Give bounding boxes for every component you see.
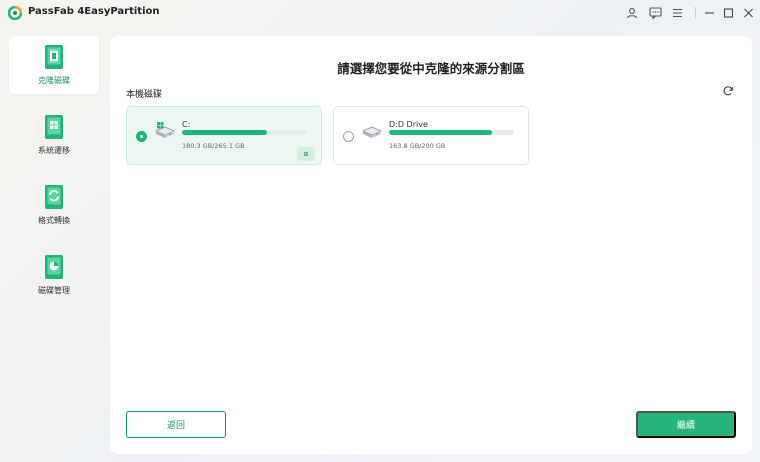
sidebar-item-label: 克隆磁碟 [38, 76, 70, 85]
title-bar: PassFab 4EasyPartition [0, 0, 760, 27]
local-disk-label: 本機磁碟 [126, 90, 163, 100]
app-title: PassFab 4EasyPartition [28, 6, 160, 17]
sidebar-item-system-migrate[interactable]: 系統遷移 [9, 106, 99, 164]
drive-size: 180.3 GB/265.1 GB [182, 142, 245, 150]
clone-disk-icon [45, 45, 63, 69]
drive-card-c[interactable]: C: 180.3 GB/265.1 GB ⊞ [126, 106, 322, 165]
drive-usage-bar [389, 130, 514, 135]
refresh-icon[interactable] [722, 85, 734, 97]
main-panel: 請選擇您要從中克隆的來源分割區 本機磁碟 C: 180.3 GB/265.1 G… [110, 36, 752, 454]
sidebar-item-label: 格式轉換 [38, 216, 70, 225]
drive-name: C: [182, 120, 191, 129]
hard-drive-icon [155, 122, 175, 138]
format-convert-icon [45, 185, 63, 209]
continue-button[interactable]: 繼續 [636, 411, 736, 438]
app-logo-icon [8, 6, 22, 20]
drive-name: D:D Drive [389, 120, 428, 129]
system-badge: ⊞ [297, 147, 315, 161]
drive-usage-bar [182, 130, 307, 135]
drive-usage-fill [389, 130, 492, 135]
drive-radio[interactable] [136, 131, 147, 142]
maximize-icon[interactable] [720, 5, 736, 21]
sidebar-item-clone-disk[interactable]: 克隆磁碟 [9, 36, 99, 94]
feedback-icon[interactable] [647, 5, 663, 21]
titlebar-divider [695, 7, 696, 19]
page-title: 請選擇您要從中克隆的來源分割區 [337, 61, 525, 76]
system-migrate-icon [45, 115, 63, 139]
sidebar-item-format-convert[interactable]: 格式轉換 [9, 176, 99, 234]
sidebar-item-label: 磁碟管理 [38, 286, 70, 295]
hard-drive-icon [362, 126, 382, 138]
close-icon[interactable] [740, 5, 756, 21]
drive-size: 163.8 GB/200 GB [389, 142, 446, 150]
drive-card-d[interactable]: D:D Drive 163.8 GB/200 GB [333, 106, 529, 165]
back-button[interactable]: 返回 [126, 411, 226, 438]
drive-usage-fill [182, 130, 267, 135]
sidebar-item-label: 系統遷移 [38, 146, 70, 155]
sidebar-item-disk-manage[interactable]: 磁碟管理 [9, 246, 99, 304]
drive-radio[interactable] [343, 131, 354, 142]
minimize-icon[interactable] [701, 5, 717, 21]
user-icon[interactable] [624, 5, 640, 21]
disk-manage-icon [45, 255, 63, 279]
menu-icon[interactable] [669, 5, 685, 21]
